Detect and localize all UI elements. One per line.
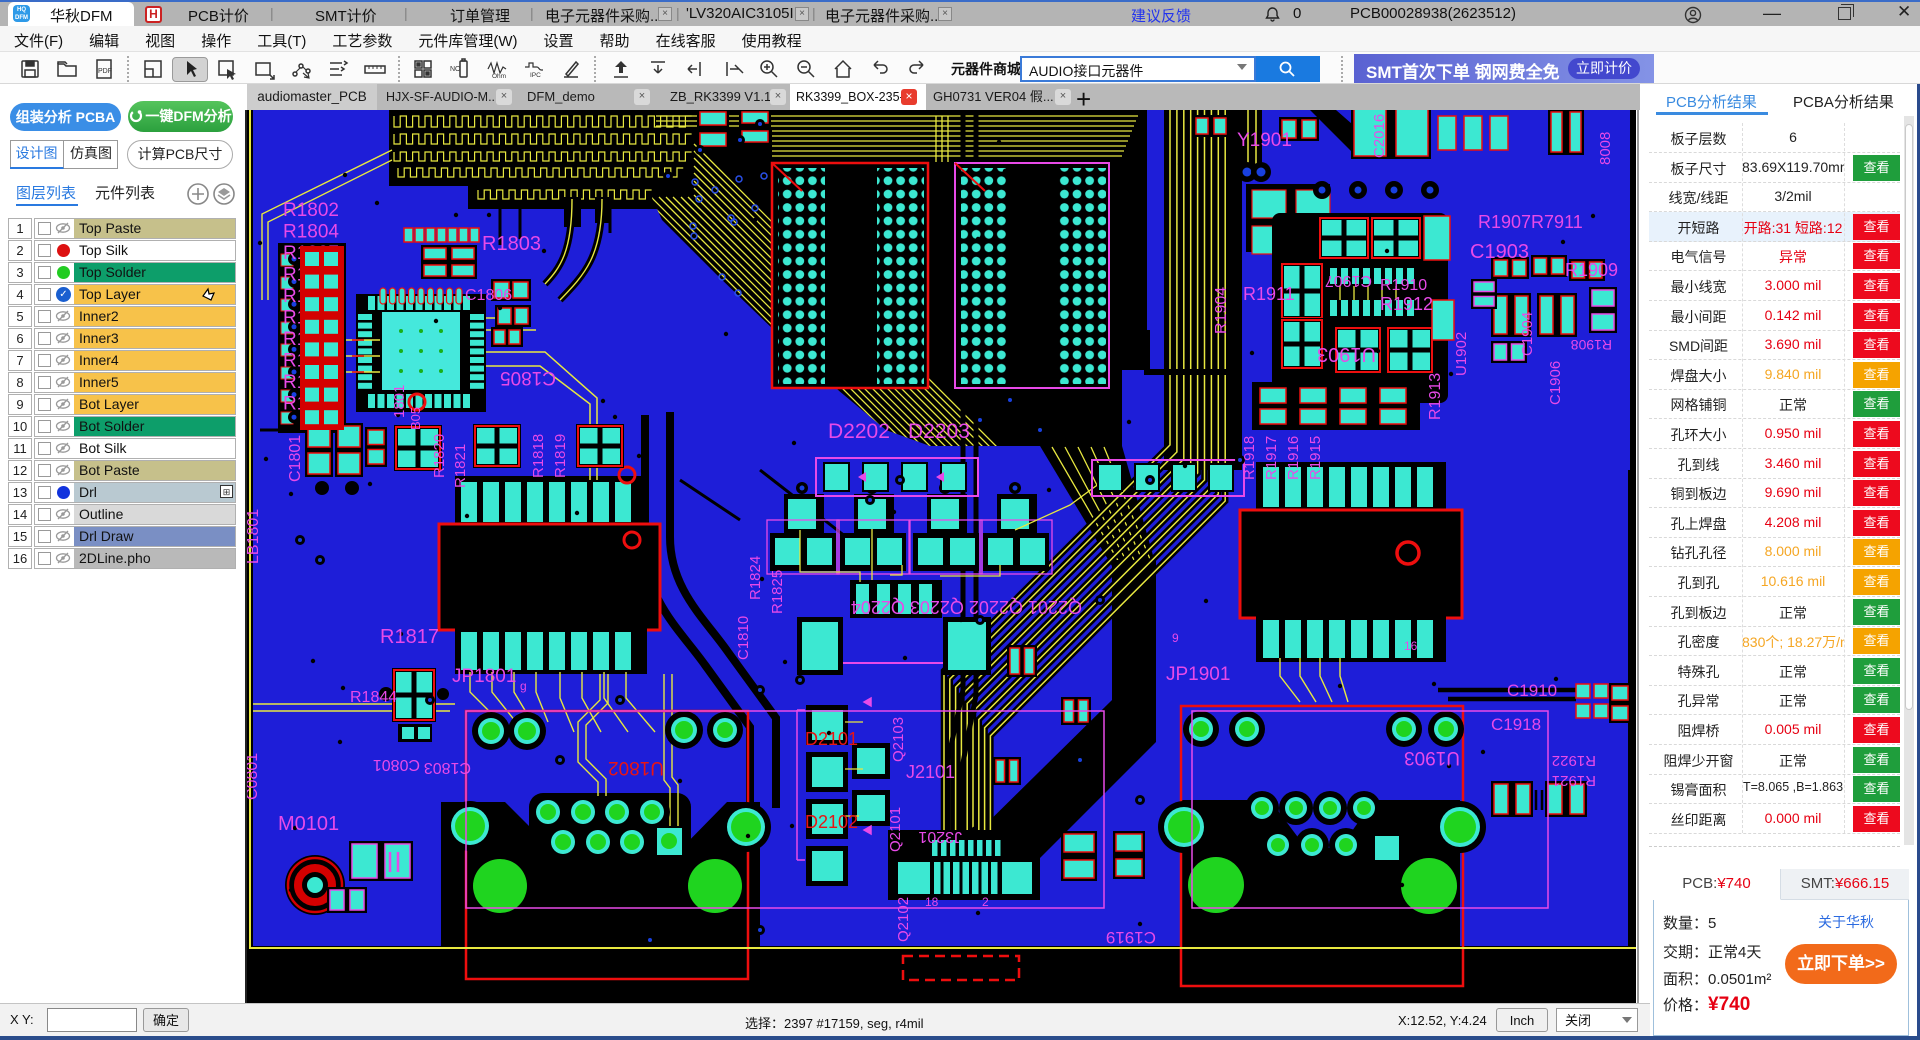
svg-text:R1820: R1820 <box>431 434 448 478</box>
svg-text:Y1901: Y1901 <box>1237 130 1292 151</box>
svg-text:2: 2 <box>982 895 989 909</box>
svg-text:R1918: R1918 <box>1241 436 1258 480</box>
svg-text:U1903: U1903 <box>1404 747 1460 768</box>
svg-text:C1907: C1907 <box>1325 272 1372 289</box>
svg-text:J2101: J2101 <box>906 762 955 782</box>
svg-text:J3201: J3201 <box>918 828 962 845</box>
svg-text:C1919: C1919 <box>1106 928 1156 947</box>
svg-text:NO: NO <box>450 66 461 73</box>
svg-text:D2102: D2102 <box>805 812 858 832</box>
svg-text:PDF: PDF <box>98 68 112 75</box>
svg-text:IPC: IPC <box>530 72 541 79</box>
svg-text:R1803: R1803 <box>482 233 541 255</box>
svg-text:C1906: C1906 <box>1547 361 1564 405</box>
svg-text:R1818: R1818 <box>530 434 547 478</box>
svg-text:M0101: M0101 <box>278 813 339 835</box>
svg-text:R1910: R1910 <box>1380 277 1427 294</box>
svg-text:U1902: U1902 <box>1453 332 1470 376</box>
svg-text:U1802: U1802 <box>608 757 664 778</box>
svg-text:Ohm: Ohm <box>492 73 506 80</box>
svg-text:C1810: C1810 <box>735 616 752 660</box>
svg-text:Q2201 Q2202 Q2203 Q2204: Q2201 Q2202 Q2203 Q2204 <box>851 597 1082 617</box>
svg-text:R1909: R1909 <box>1565 260 1618 280</box>
svg-text:C0801: C0801 <box>247 753 261 800</box>
svg-text:B05: B05 <box>408 407 423 430</box>
svg-text:C1904: C1904 <box>1519 312 1536 356</box>
svg-text:R1821: R1821 <box>452 444 469 488</box>
svg-text:9: 9 <box>1172 631 1179 645</box>
svg-text:R1817: R1817 <box>380 626 439 648</box>
svg-text:Q2103: Q2103 <box>890 717 907 762</box>
svg-text:C1805: C1805 <box>500 367 556 388</box>
svg-text:Q2101: Q2101 <box>887 807 904 852</box>
svg-text:C1806: C1806 <box>465 287 512 304</box>
svg-text:D2202: D2202 <box>828 420 890 443</box>
svg-text:R1913: R1913 <box>1427 373 1444 420</box>
svg-text:R1915: R1915 <box>1307 436 1324 480</box>
svg-text:D2101: D2101 <box>805 729 858 749</box>
svg-text:R1802: R1802 <box>283 200 339 221</box>
svg-text:R1825: R1825 <box>769 570 786 614</box>
svg-text:R1804: R1804 <box>283 222 339 243</box>
svg-text:Q2102: Q2102 <box>895 897 912 942</box>
svg-text:R1916: R1916 <box>1285 436 1302 480</box>
svg-text:C1918: C1918 <box>1491 715 1541 734</box>
svg-text:JP1801: JP1801 <box>452 666 516 687</box>
svg-text:R1912: R1912 <box>1380 294 1433 314</box>
svg-text:R1904: R1904 <box>1213 287 1230 334</box>
svg-text:D2203: D2203 <box>908 420 970 443</box>
svg-text:C1801: C1801 <box>287 435 304 482</box>
svg-text:C1803: C1803 <box>424 759 471 776</box>
svg-text:R1844: R1844 <box>350 689 397 706</box>
svg-text:U1903: U1903 <box>1317 343 1376 365</box>
svg-text:R1921: R1921 <box>1552 772 1596 789</box>
svg-text:C0801: C0801 <box>373 756 420 773</box>
svg-text:JP1901: JP1901 <box>1166 664 1230 685</box>
svg-text:R1819: R1819 <box>552 434 569 478</box>
svg-text:C1910: C1910 <box>1507 681 1557 700</box>
svg-text:8008: 8008 <box>1597 132 1614 165</box>
svg-text:R1917: R1917 <box>1263 436 1280 480</box>
svg-text:18: 18 <box>925 895 939 909</box>
svg-text:C1903: C1903 <box>1470 241 1529 263</box>
svg-text:1801: 1801 <box>391 385 408 418</box>
svg-text:C2016: C2016 <box>1371 114 1388 158</box>
svg-text:R1907R7911: R1907R7911 <box>1478 212 1583 232</box>
svg-text:R1824: R1824 <box>747 556 764 600</box>
svg-text:R1908: R1908 <box>1571 337 1612 353</box>
svg-text:R1911: R1911 <box>1243 284 1295 304</box>
svg-text:R1922: R1922 <box>1552 752 1596 769</box>
svg-text:g: g <box>520 679 527 693</box>
svg-text:16: 16 <box>1404 639 1418 653</box>
svg-text:LB1801: LB1801 <box>247 509 262 564</box>
